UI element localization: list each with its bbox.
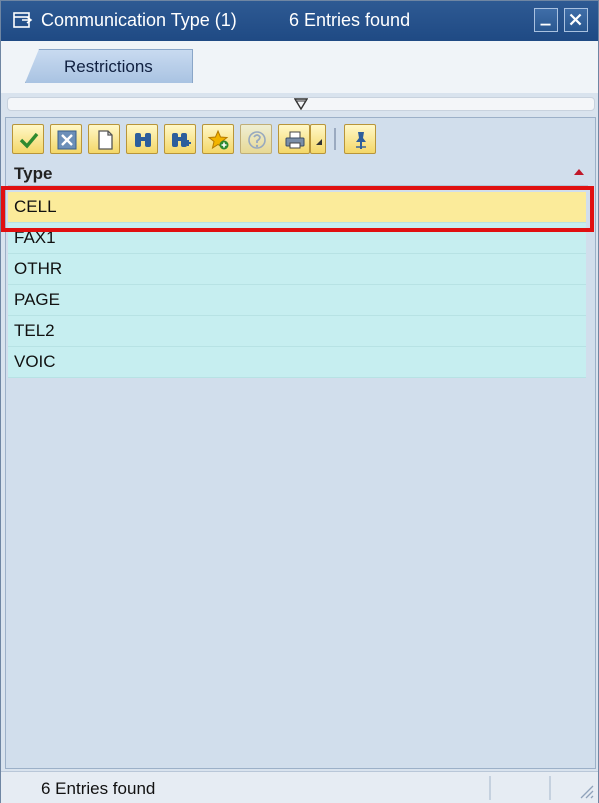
results-list: CELL FAX1 OTHR PAGE TEL2 VOIC	[8, 192, 586, 378]
new-document-icon	[98, 130, 113, 150]
toolbar-separator	[334, 128, 336, 150]
help-icon	[248, 131, 266, 149]
minimize-icon	[540, 23, 551, 26]
table-row[interactable]: OTHR	[8, 254, 586, 285]
sort-ascending-icon	[574, 169, 584, 175]
row-value: CELL	[14, 197, 57, 216]
print-button[interactable]	[278, 124, 310, 154]
status-divider	[489, 776, 491, 800]
add-favorite-button[interactable]	[202, 124, 234, 154]
find-icon	[135, 133, 151, 147]
find-button[interactable]	[126, 124, 158, 154]
tab-restrictions-label: Restrictions	[64, 57, 153, 76]
checkmark-icon	[19, 132, 39, 149]
status-bar: 6 Entries found	[1, 771, 598, 803]
title-entries-count: 6 Entries found	[289, 10, 411, 30]
find-next-button[interactable]	[164, 124, 196, 154]
resize-grip-icon[interactable]	[578, 783, 594, 799]
table-row[interactable]: CELL	[8, 192, 586, 223]
close-button[interactable]	[564, 8, 588, 32]
column-header-label: Type	[14, 164, 53, 183]
status-message: 6 Entries found	[41, 779, 156, 798]
popup-window-icon	[13, 12, 33, 28]
value-help-dialog: Communication Type (1) 6 Entries found R…	[0, 0, 599, 803]
favorites-add-icon	[208, 129, 229, 150]
dropdown-arrow-icon	[316, 139, 322, 145]
tab-restrictions[interactable]: Restrictions	[25, 49, 193, 83]
row-value: PAGE	[14, 290, 60, 309]
print-options-dropdown[interactable]	[310, 124, 326, 154]
row-value: VOIC	[14, 352, 56, 371]
table-row[interactable]: FAX1	[8, 223, 586, 254]
collapse-filter-icon	[294, 98, 308, 110]
table-row[interactable]: VOIC	[8, 347, 586, 378]
row-value: FAX1	[14, 228, 56, 247]
dialog-title: Communication Type (1)	[41, 10, 237, 30]
help-button[interactable]	[240, 124, 272, 154]
new-entry-button[interactable]	[88, 124, 120, 154]
cancel-icon	[57, 130, 77, 150]
row-value: OTHR	[14, 259, 63, 278]
column-header-type[interactable]: Type	[8, 164, 588, 186]
table-row[interactable]: PAGE	[8, 285, 586, 316]
print-icon	[285, 131, 305, 149]
results-panel: Type CELL FAX1 OTHR PAGE TEL2 VOIC	[5, 117, 596, 769]
title-bar: Communication Type (1) 6 Entries found	[1, 1, 598, 41]
find-next-icon	[172, 133, 191, 147]
close-icon	[569, 13, 582, 26]
tab-strip: Restrictions	[1, 41, 598, 123]
row-value: TEL2	[14, 321, 55, 340]
minimize-button[interactable]	[534, 8, 558, 32]
status-divider	[549, 776, 551, 800]
restrictions-splitter[interactable]	[7, 97, 595, 111]
pin-button[interactable]	[344, 124, 376, 154]
pin-icon	[356, 132, 366, 149]
cancel-button[interactable]	[50, 124, 82, 154]
table-row[interactable]: TEL2	[8, 316, 586, 347]
continue-button[interactable]	[12, 124, 44, 154]
